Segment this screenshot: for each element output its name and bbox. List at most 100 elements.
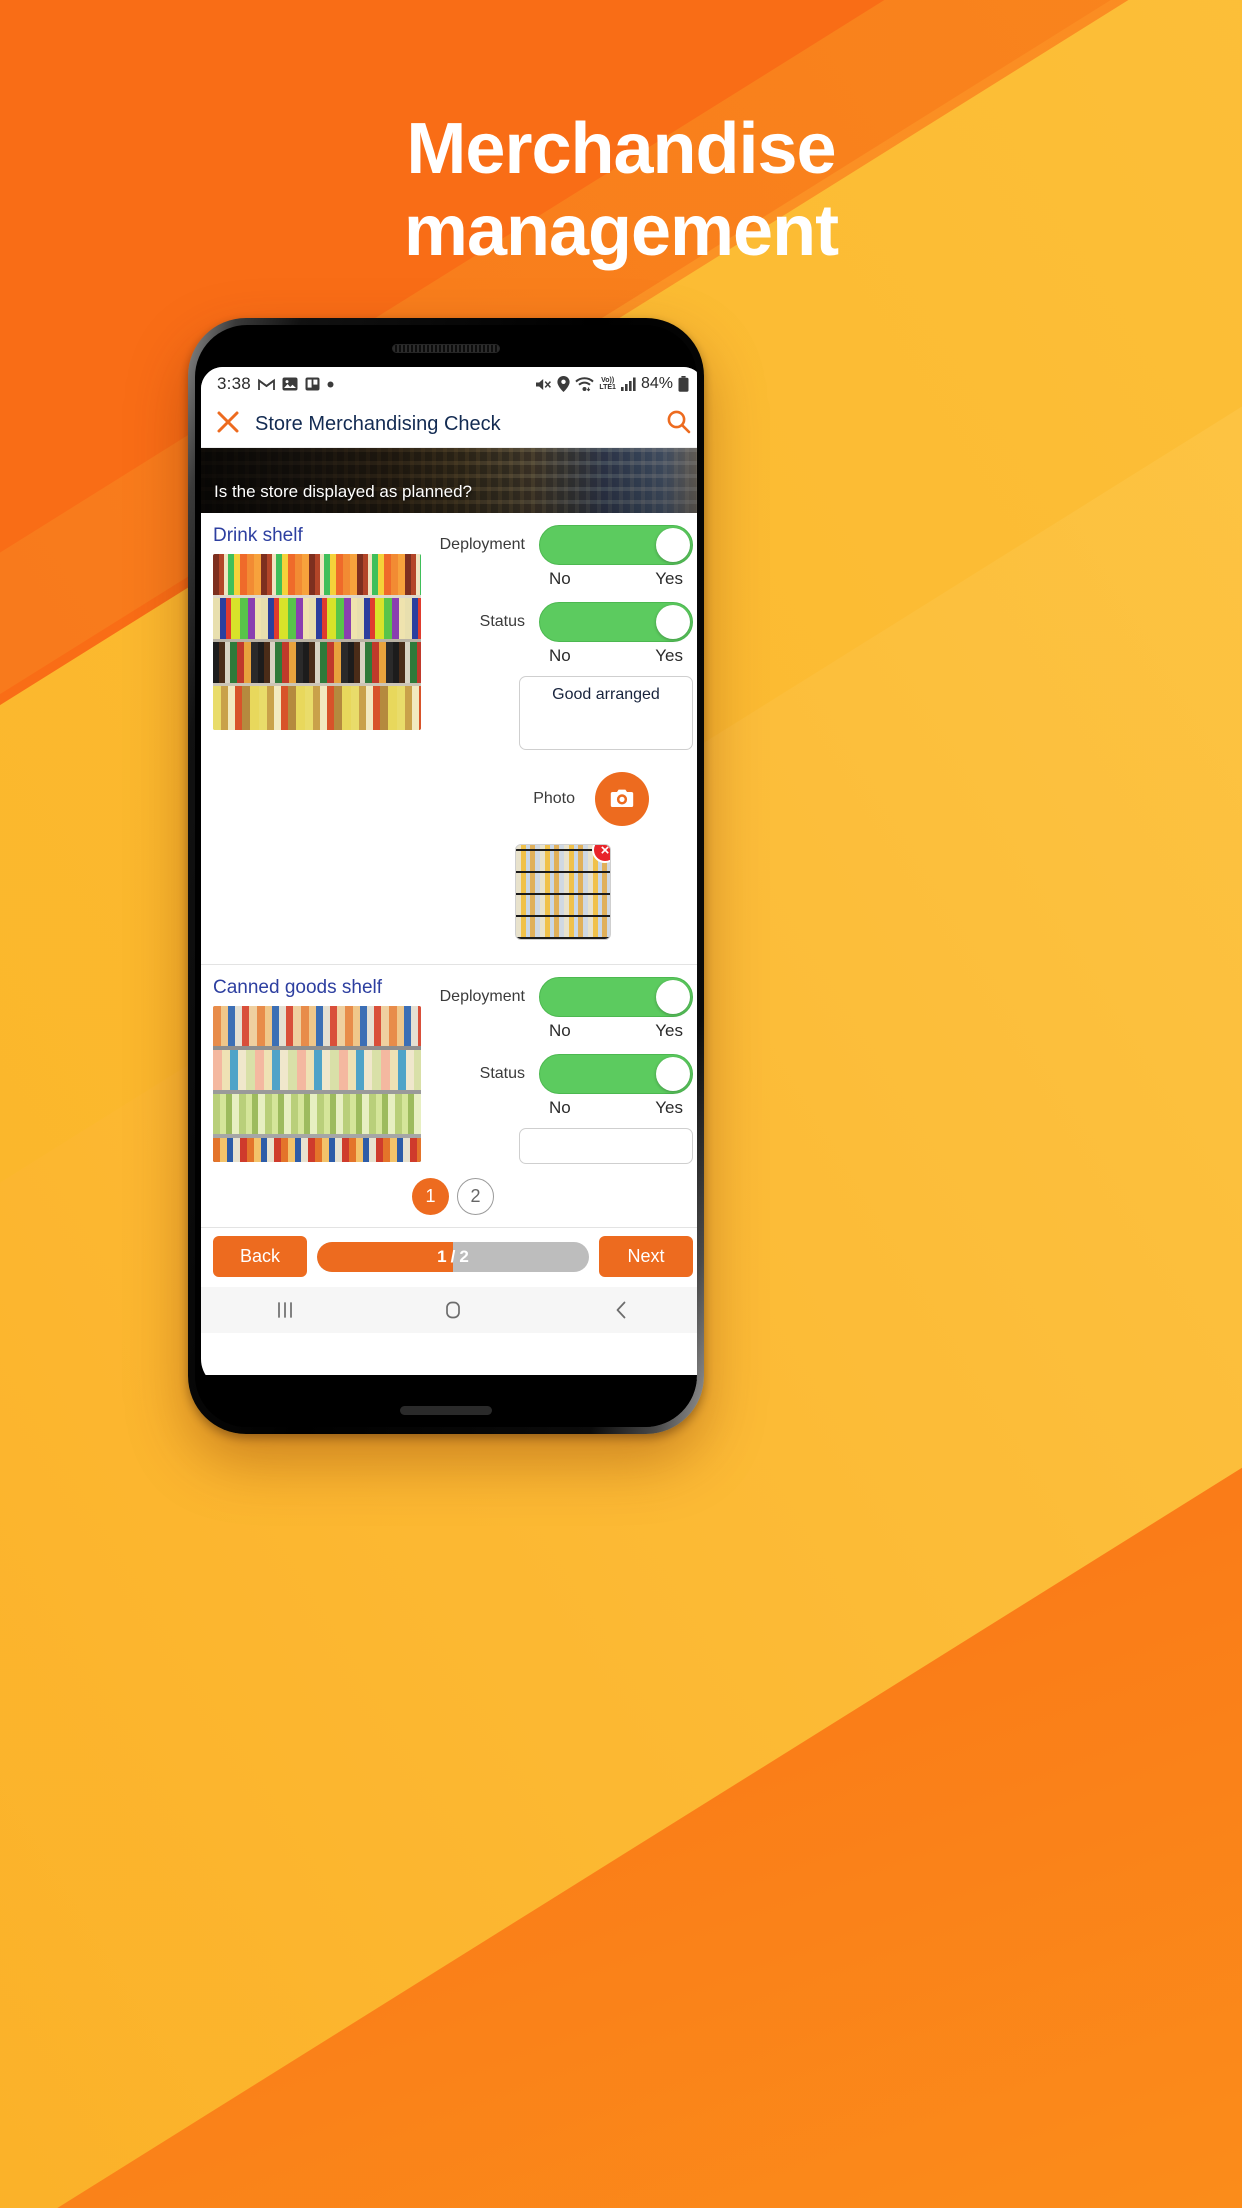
form-section-canned-goods-shelf: Canned goods shelf Deployment No Yes Sta… — [201, 965, 697, 1164]
shelf-row — [213, 1094, 421, 1138]
deployment-label: Deployment — [439, 988, 525, 1005]
deployment-toggle-legend: No Yes — [539, 569, 693, 589]
deployment-label: Deployment — [439, 536, 525, 553]
app-bar: Store Merchandising Check — [201, 401, 697, 448]
recents-icon[interactable] — [255, 1287, 315, 1333]
toggle-yes-label: Yes — [655, 646, 683, 665]
status-toggle[interactable] — [539, 1054, 693, 1094]
progress-separator: / — [450, 1246, 456, 1266]
volte-bottom: LTE1 — [599, 384, 616, 391]
photo-thumbnail-wrapper: × — [433, 844, 693, 940]
bottom-bar: Back 1 / 2 Next — [201, 1227, 697, 1287]
form-section-drink-shelf: Drink shelf Deployment No Yes Status No … — [201, 513, 697, 954]
deployment-field: Deployment — [433, 525, 693, 565]
form-body: Drink shelf Deployment No Yes Status No … — [201, 513, 697, 1227]
phone-mockup: 3:38 Vo)) LTE1 84% Store Merchandising C… — [188, 318, 704, 1434]
photo-field: Photo — [433, 772, 693, 826]
shelf-row — [213, 598, 421, 642]
status-field: Status — [433, 1054, 693, 1094]
android-nav-bar — [201, 1287, 697, 1333]
signal-icon — [620, 377, 636, 391]
location-icon — [557, 376, 570, 392]
toggle-no-label: No — [549, 569, 571, 588]
canned-goods-shelf-image — [213, 1006, 421, 1162]
battery-percent: 84% — [640, 375, 673, 392]
pagination: 1 2 — [201, 1164, 697, 1227]
banner-question: Is the store displayed as planned? — [214, 482, 473, 501]
phone-screen: 3:38 Vo)) LTE1 84% Store Merchandising C… — [201, 367, 697, 1389]
close-icon[interactable] — [215, 409, 241, 440]
back-icon[interactable] — [591, 1287, 651, 1333]
section-left-column: Canned goods shelf — [201, 977, 433, 1164]
pagination-dot-2[interactable]: 2 — [457, 1178, 494, 1215]
app-bar-title: Store Merchandising Check — [255, 412, 501, 435]
note-input[interactable]: Good arranged — [519, 676, 693, 750]
shelf-row — [213, 1138, 421, 1162]
delete-photo-icon[interactable]: × — [592, 845, 610, 863]
phone-chin — [195, 1375, 697, 1427]
section-right-column: Deployment No Yes Status No — [433, 977, 697, 1164]
toggle-no-label: No — [549, 1098, 571, 1117]
hero-line-1: Merchandise — [406, 109, 836, 189]
search-icon[interactable] — [666, 409, 691, 439]
phone-bezel: 3:38 Vo)) LTE1 84% Store Merchandising C… — [195, 325, 697, 1427]
progress-total: 2 — [459, 1246, 469, 1266]
toggle-no-label: No — [549, 1021, 571, 1040]
deployment-toggle-legend: No Yes — [539, 1021, 693, 1041]
note-input[interactable] — [519, 1128, 693, 1164]
volte-icon: Vo)) LTE1 — [599, 377, 616, 391]
dot-icon — [327, 381, 334, 388]
progress-bar: 1 / 2 — [317, 1241, 589, 1272]
back-button[interactable]: Back — [213, 1236, 307, 1277]
status-label: Status — [479, 613, 525, 630]
trello-icon — [305, 377, 320, 391]
toggle-yes-label: Yes — [655, 1021, 683, 1040]
status-toggle[interactable] — [539, 602, 693, 642]
form-banner: Is the store displayed as planned? — [201, 448, 697, 513]
toggle-knob — [656, 605, 690, 639]
hero-line-2: management — [403, 191, 839, 272]
camera-icon[interactable] — [595, 772, 649, 826]
toggle-knob — [656, 980, 690, 1014]
home-icon[interactable] — [423, 1287, 483, 1333]
status-bar-right: Vo)) LTE1 84% — [535, 375, 689, 393]
battery-icon — [678, 376, 689, 392]
mute-icon — [535, 377, 552, 392]
deployment-field: Deployment — [433, 977, 693, 1017]
progress-current: 1 — [437, 1246, 447, 1266]
next-button[interactable]: Next — [599, 1236, 693, 1277]
section-right-column: Deployment No Yes Status No — [433, 525, 697, 954]
toggle-knob — [656, 1057, 690, 1091]
shelf-row — [213, 686, 421, 730]
status-time: 3:38 — [217, 374, 251, 393]
shelf-row — [213, 554, 421, 598]
status-toggle-legend: No Yes — [539, 646, 693, 666]
banner-overlay — [201, 448, 697, 513]
wifi-icon — [575, 376, 595, 392]
progress-bar-label: 1 / 2 — [317, 1242, 589, 1272]
status-label: Status — [479, 1065, 525, 1082]
photos-icon — [282, 377, 298, 391]
toggle-yes-label: Yes — [655, 1098, 683, 1117]
section-title: Drink shelf — [213, 525, 303, 546]
deployment-toggle[interactable] — [539, 977, 693, 1017]
shelf-row — [213, 642, 421, 686]
status-toggle-legend: No Yes — [539, 1098, 693, 1118]
earpiece-speaker — [392, 344, 500, 353]
gmail-icon — [257, 378, 275, 391]
drink-shelf-image — [213, 554, 421, 730]
status-bar-left: 3:38 — [217, 374, 334, 394]
deployment-toggle[interactable] — [539, 525, 693, 565]
toggle-yes-label: Yes — [655, 569, 683, 588]
toggle-no-label: No — [549, 646, 571, 665]
section-left-column: Drink shelf — [201, 525, 433, 954]
volte-top: Vo)) — [601, 377, 615, 384]
shelf-row — [213, 1050, 421, 1094]
phone-chin-pill — [400, 1406, 492, 1415]
pagination-dot-1[interactable]: 1 — [412, 1178, 449, 1215]
status-field: Status — [433, 602, 693, 642]
page-title: Merchandise management — [0, 108, 1242, 272]
status-bar: 3:38 Vo)) LTE1 84% — [201, 367, 697, 401]
shelf-row — [213, 1006, 421, 1050]
photo-thumbnail[interactable]: × — [515, 844, 611, 940]
